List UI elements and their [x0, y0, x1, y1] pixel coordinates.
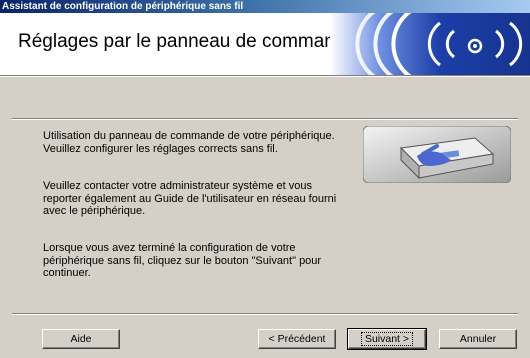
- wizard-header: Réglages par le panneau de commande: [0, 13, 530, 75]
- next-button-label: Suivant >: [360, 332, 414, 346]
- header-separator: [0, 75, 530, 77]
- instruction-paragraph-1: Utilisation du panneau de commande de vo…: [43, 130, 335, 155]
- page-title: Réglages par le panneau de commande: [18, 31, 357, 52]
- instruction-paragraph-2: Veuillez contacter votre administrateur …: [43, 180, 337, 217]
- window-title: Assistant de configuration de périphériq…: [2, 1, 244, 12]
- help-button-label: Aide: [70, 333, 92, 345]
- next-button[interactable]: Suivant >: [347, 328, 427, 350]
- content-divider: [12, 118, 518, 120]
- instruction-paragraph-3: Lorsque vous avez terminé la configurati…: [43, 242, 322, 279]
- footer-divider: [12, 313, 518, 315]
- cancel-button-label: Annuler: [459, 333, 497, 345]
- help-button[interactable]: Aide: [42, 329, 120, 349]
- back-button[interactable]: < Précédent: [258, 329, 336, 349]
- window-title-bar[interactable]: Assistant de configuration de périphériq…: [0, 0, 530, 13]
- cancel-button[interactable]: Annuler: [439, 329, 517, 349]
- back-button-label: < Précédent: [268, 333, 326, 345]
- wireless-signal-icon: [330, 13, 530, 75]
- printer-control-panel-icon: [363, 126, 511, 183]
